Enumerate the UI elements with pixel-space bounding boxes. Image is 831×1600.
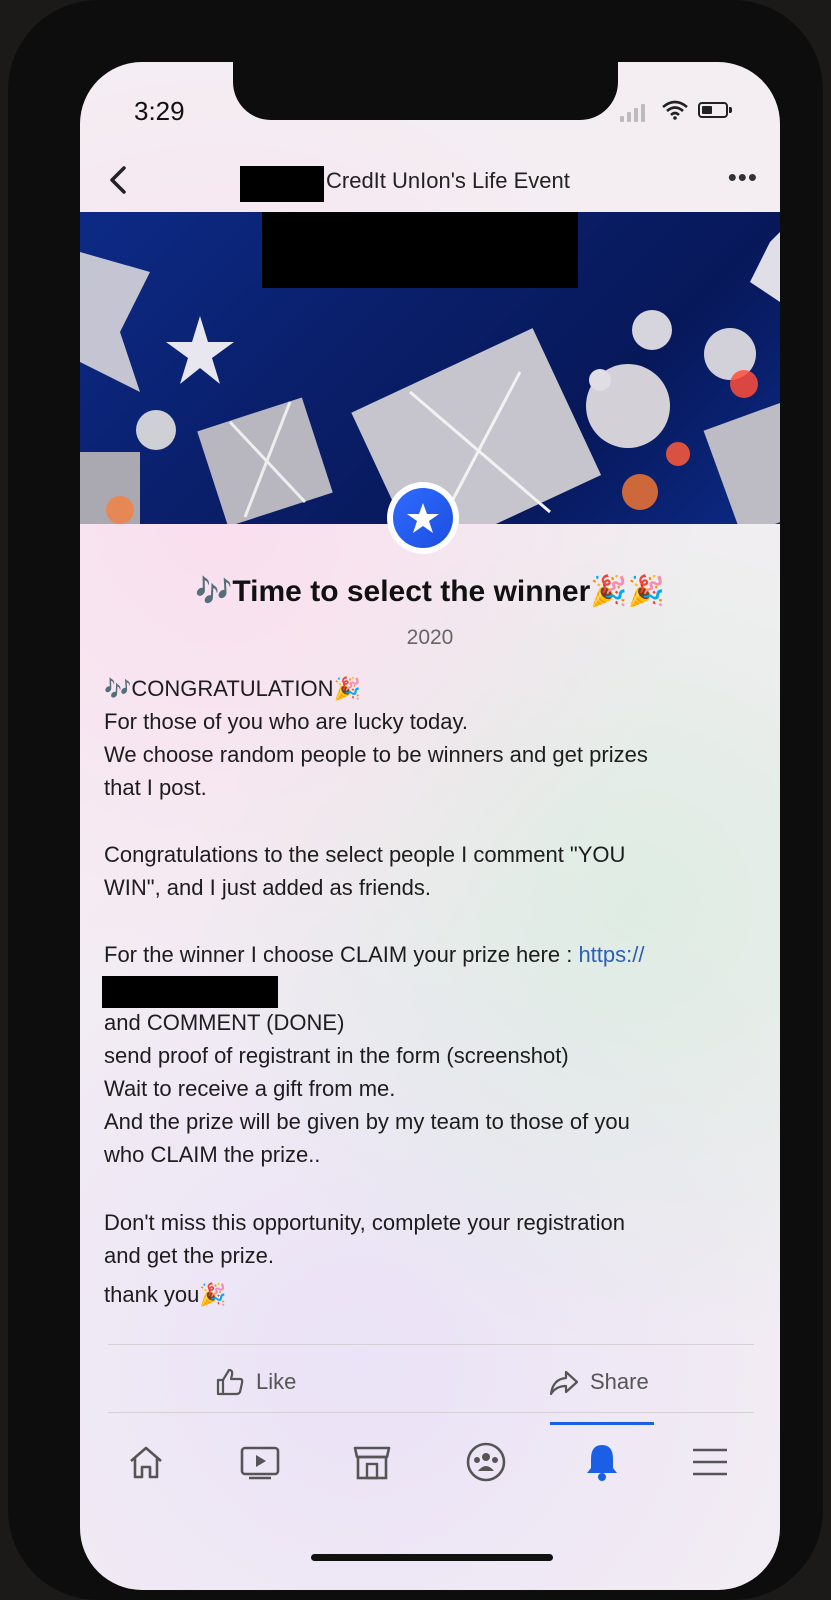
tab-watch[interactable] bbox=[230, 1432, 290, 1492]
claim-link[interactable]: https:// bbox=[578, 942, 644, 967]
post-line: Congratulations to the select people I c… bbox=[104, 842, 626, 867]
bottom-tab-bar bbox=[80, 1422, 780, 1502]
status-icons bbox=[620, 100, 740, 122]
star-icon bbox=[407, 503, 439, 533]
marketplace-icon bbox=[353, 1446, 391, 1480]
home-indicator bbox=[311, 1554, 553, 1561]
tab-notifications[interactable] bbox=[572, 1432, 632, 1492]
groups-icon bbox=[466, 1442, 506, 1482]
tab-menu[interactable] bbox=[680, 1432, 740, 1492]
post-paragraph-4: and COMMENT (DONE) send proof of registr… bbox=[104, 1006, 754, 1171]
redacted-cover-text bbox=[262, 212, 578, 288]
divider bbox=[108, 1412, 754, 1413]
event-title: 🎶Time to select the winner🎉🎉 bbox=[195, 575, 665, 608]
menu-icon bbox=[693, 1448, 727, 1476]
post-line: 🎶CONGRATULATION🎉 bbox=[104, 676, 361, 701]
event-year: 2020 bbox=[406, 626, 454, 649]
signal-bar bbox=[634, 108, 638, 122]
post-line: and get the prize. bbox=[104, 1243, 275, 1268]
post-line: send proof of registrant in the form (sc… bbox=[104, 1043, 569, 1068]
tab-groups[interactable] bbox=[456, 1432, 516, 1492]
home-icon bbox=[130, 1446, 162, 1479]
post-line: For those of you who are lucky today. bbox=[104, 709, 468, 734]
video-icon bbox=[240, 1446, 280, 1480]
signal-bar bbox=[627, 112, 631, 122]
battery-icon bbox=[698, 102, 728, 118]
redacted-url bbox=[102, 976, 278, 1008]
post-line: that I post. bbox=[104, 775, 207, 800]
divider bbox=[108, 1344, 754, 1345]
back-button[interactable] bbox=[104, 160, 134, 200]
signal-bar bbox=[620, 116, 624, 122]
post-line: We choose random people to be winners an… bbox=[104, 742, 648, 767]
page-header: CredIt UnIon's Life Event ••• bbox=[80, 152, 780, 212]
phone-frame: 3:29 CredIt UnIon's Life Event ••• 🎶Time… bbox=[8, 0, 823, 1600]
life-event-badge bbox=[387, 482, 459, 554]
like-label: Like bbox=[256, 1369, 297, 1394]
share-button[interactable]: Share bbox=[548, 1360, 649, 1404]
like-button[interactable]: Like bbox=[214, 1360, 296, 1404]
battery-tip bbox=[729, 107, 732, 113]
chevron-left-icon bbox=[110, 166, 126, 194]
thumbs-up-icon bbox=[216, 1368, 244, 1396]
post-paragraph-3: For the winner I choose CLAIM your prize… bbox=[104, 938, 754, 971]
post-line: who CLAIM the prize.. bbox=[104, 1142, 321, 1167]
header-title: CredIt UnIon's Life Event bbox=[326, 168, 570, 193]
wifi-icon bbox=[662, 100, 688, 120]
post-line: thank you🎉 bbox=[104, 1282, 227, 1307]
post-line: And the prize will be given by my team t… bbox=[104, 1109, 630, 1134]
signal-bar bbox=[641, 104, 645, 122]
post-line: For the winner I choose CLAIM your prize… bbox=[104, 942, 579, 967]
post-paragraph-1: 🎶CONGRATULATION🎉 For those of you who ar… bbox=[104, 672, 754, 804]
post-paragraph-5: Don't miss this opportunity, complete yo… bbox=[104, 1206, 754, 1311]
cover-photo bbox=[80, 212, 780, 524]
redacted-name bbox=[240, 166, 324, 202]
active-tab-indicator bbox=[550, 1422, 654, 1425]
screen: 3:29 CredIt UnIon's Life Event ••• 🎶Time… bbox=[80, 62, 780, 1590]
tab-marketplace[interactable] bbox=[342, 1432, 402, 1492]
camera-notch bbox=[233, 62, 618, 120]
more-options-button[interactable]: ••• bbox=[728, 162, 758, 193]
share-arrow-icon bbox=[549, 1370, 579, 1396]
status-time: 3:29 bbox=[134, 96, 185, 126]
post-line: WIN", and I just added as friends. bbox=[104, 875, 431, 900]
post-paragraph-2: Congratulations to the select people I c… bbox=[104, 838, 754, 904]
post-line: Wait to receive a gift from me. bbox=[104, 1076, 396, 1101]
share-label: Share bbox=[590, 1369, 649, 1394]
post-line: and COMMENT (DONE) bbox=[104, 1010, 345, 1035]
post-line: Don't miss this opportunity, complete yo… bbox=[104, 1210, 626, 1235]
notifications-icon bbox=[587, 1445, 617, 1481]
tab-home[interactable] bbox=[116, 1432, 176, 1492]
